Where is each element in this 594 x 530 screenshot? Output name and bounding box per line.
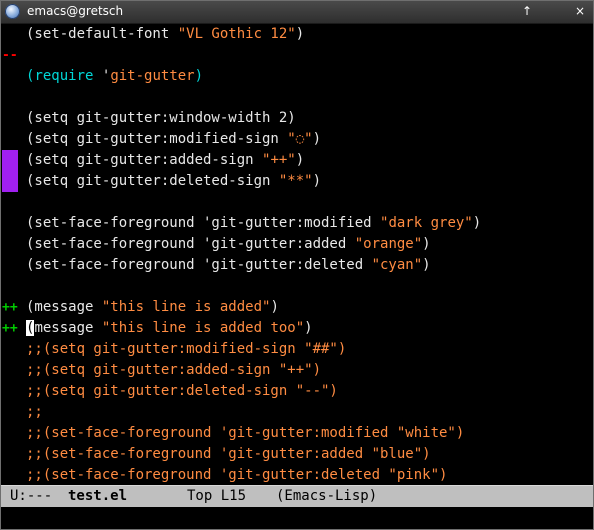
code-line[interactable]: (set-face-foreground 'git-gutter:added "… [1, 234, 593, 255]
code-line[interactable]: (setq git-gutter:modified-sign "◌") [1, 129, 593, 150]
code-line[interactable]: (setq git-gutter:window-width 2) [1, 108, 593, 129]
code-line[interactable]: -- [1, 45, 593, 66]
buffer-name[interactable]: test.el [68, 486, 127, 507]
git-gutter-added-sign: ++ [2, 300, 18, 315]
minibuffer[interactable] [1, 507, 593, 529]
code-line[interactable]: ;;(set-face-foreground 'git-gutter:modif… [1, 423, 593, 444]
code-line[interactable]: ;;(set-face-foreground 'git-gutter:delet… [1, 465, 593, 485]
editor-buffer[interactable]: (set-default-font "VL Gothic 12") -- (re… [1, 24, 593, 485]
code-line[interactable]: ;;(set-face-foreground 'git-gutter:added… [1, 444, 593, 465]
code-line[interactable]: (set-face-foreground 'git-gutter:modifie… [1, 213, 593, 234]
maximize-icon[interactable]: ↑ [519, 3, 535, 20]
code-line[interactable]: (require 'git-gutter) [1, 66, 593, 87]
git-gutter-modified-marker [2, 150, 18, 171]
code-line[interactable]: (set-default-font "VL Gothic 12") [1, 24, 593, 45]
code-line[interactable]: (set-face-foreground 'git-gutter:deleted… [1, 255, 593, 276]
git-gutter-added-sign: ++ [2, 321, 18, 336]
close-icon[interactable]: × [572, 3, 588, 20]
mode-line[interactable]: U:--- test.el Top L15 (Emacs-Lisp) [1, 485, 593, 508]
major-mode[interactable]: (Emacs-Lisp) [276, 486, 377, 507]
git-gutter-deleted-sign: -- [2, 48, 18, 63]
window-title: emacs@gretsch [27, 4, 124, 18]
cursor-position: Top L15 [187, 488, 247, 504]
code-line[interactable]: ;;(setq git-gutter:modified-sign "##") [1, 339, 593, 360]
code-line[interactable]: (setq git-gutter:added-sign "++") [1, 150, 593, 171]
code-line[interactable]: ;;(setq git-gutter:added-sign "++") [1, 360, 593, 381]
code-line[interactable]: ++ (message "this line is added too") [1, 318, 593, 339]
emacs-window: emacs@gretsch ↑ × (set-default-font "VL … [0, 0, 594, 530]
emacs-app-icon[interactable] [5, 4, 20, 19]
code-line[interactable]: ++ (message "this line is added") [1, 297, 593, 318]
buffer-status: U:--- [10, 488, 53, 504]
code-line[interactable]: ;; [1, 402, 593, 423]
code-line[interactable]: (setq git-gutter:deleted-sign "**") [1, 171, 593, 192]
git-gutter-modified-marker [2, 171, 18, 192]
title-bar[interactable]: emacs@gretsch ↑ × [1, 1, 593, 24]
code-line[interactable]: ;;(setq git-gutter:deleted-sign "--") [1, 381, 593, 402]
